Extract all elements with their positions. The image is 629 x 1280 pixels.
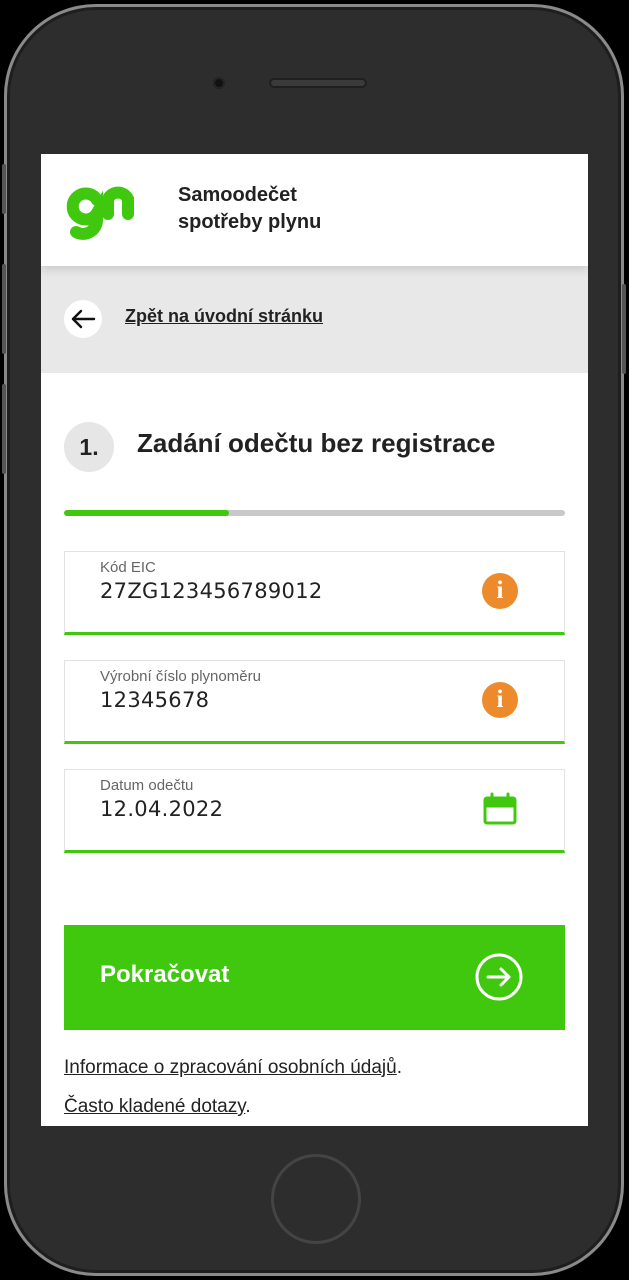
faq-link[interactable]: Často kladené dotazy xyxy=(64,1096,245,1117)
privacy-info-link[interactable]: Informace o zpracování osobních údajů xyxy=(64,1057,397,1078)
app-header: Samoodečet spotřeby plynu xyxy=(41,154,588,266)
meter-serial-value[interactable]: 12345678 xyxy=(100,688,209,712)
step-title: Zadání odečtu bez registrace xyxy=(137,428,496,458)
eic-code-label: Kód EIC xyxy=(100,559,156,576)
meter-serial-label: Výrobní číslo plynoměru xyxy=(100,668,261,685)
reading-date-field[interactable]: Datum odečtu 12.04.2022 xyxy=(64,769,565,853)
continue-button[interactable]: Pokračovat xyxy=(64,925,565,1030)
earpiece-speaker xyxy=(269,78,367,88)
brand-logo xyxy=(66,186,134,240)
front-camera xyxy=(213,77,225,89)
meter-serial-field[interactable]: Výrobní číslo plynoměru 12345678 i xyxy=(64,660,565,744)
step-number-badge: 1. xyxy=(64,422,114,472)
app-title: Samoodečet spotřeby plynu xyxy=(178,182,408,236)
power-button xyxy=(622,284,626,374)
app-screen: Samoodečet spotřeby plynu Zpět na úvodní… xyxy=(41,154,588,1126)
step-progress-bar xyxy=(64,510,565,516)
volume-up-button xyxy=(2,264,6,354)
info-icon[interactable]: i xyxy=(482,573,518,609)
reading-date-value[interactable]: 12.04.2022 xyxy=(100,797,223,821)
faq-suffix: . xyxy=(245,1096,251,1117)
step-progress-fill xyxy=(64,510,230,516)
eic-code-value[interactable]: 27ZG123456789012 xyxy=(100,579,323,603)
reading-date-label: Datum odečtu xyxy=(100,777,194,794)
volume-down-button xyxy=(2,384,6,474)
privacy-info-line: Informace o zpracování osobních údajů. xyxy=(64,1057,402,1079)
eic-code-field[interactable]: Kód EIC 27ZG123456789012 i xyxy=(64,551,565,635)
arrow-left-icon xyxy=(71,309,96,329)
arrow-right-circle-icon xyxy=(475,953,523,1001)
back-navigation-bar: Zpět na úvodní stránku xyxy=(41,266,588,373)
calendar-icon[interactable] xyxy=(482,791,518,827)
app-title-line1: Samoodečet xyxy=(178,184,297,206)
home-button[interactable] xyxy=(271,1154,361,1244)
continue-button-label: Pokračovat xyxy=(100,961,230,988)
back-button[interactable] xyxy=(64,300,102,338)
privacy-info-suffix: . xyxy=(396,1057,402,1078)
info-icon[interactable]: i xyxy=(482,682,518,718)
back-to-home-link[interactable]: Zpět na úvodní stránku xyxy=(125,306,323,327)
app-title-line2: spotřeby plynu xyxy=(178,211,322,233)
mute-switch xyxy=(2,164,6,214)
faq-line: Často kladené dotazy. xyxy=(64,1096,251,1118)
